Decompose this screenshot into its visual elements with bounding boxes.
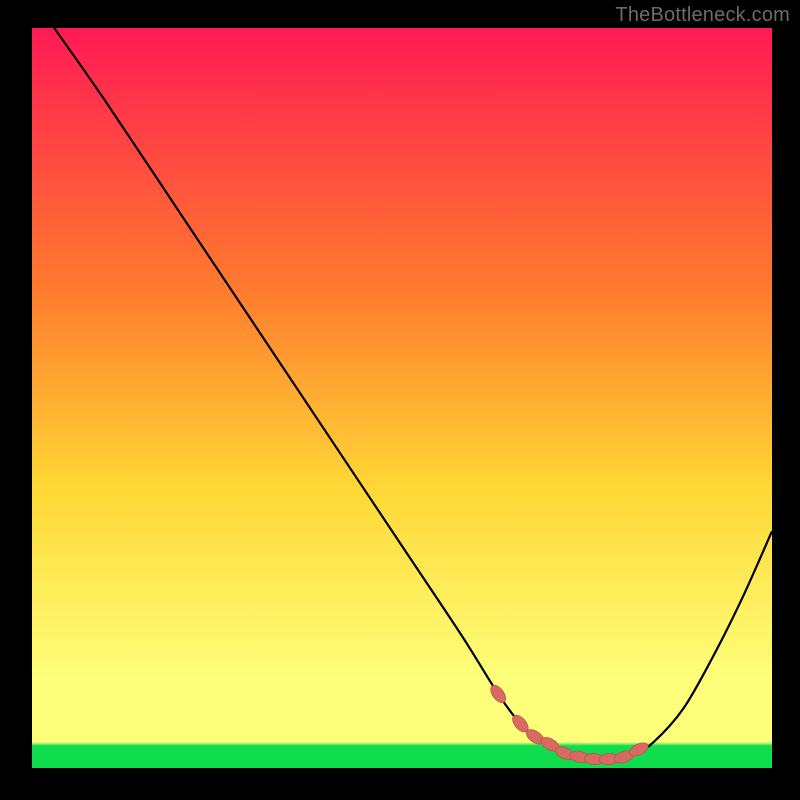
plot-gradient-background <box>32 28 772 768</box>
chart-stage: TheBottleneck.com <box>0 0 800 800</box>
watermark-text: TheBottleneck.com <box>615 4 790 27</box>
chart-svg <box>0 0 800 800</box>
